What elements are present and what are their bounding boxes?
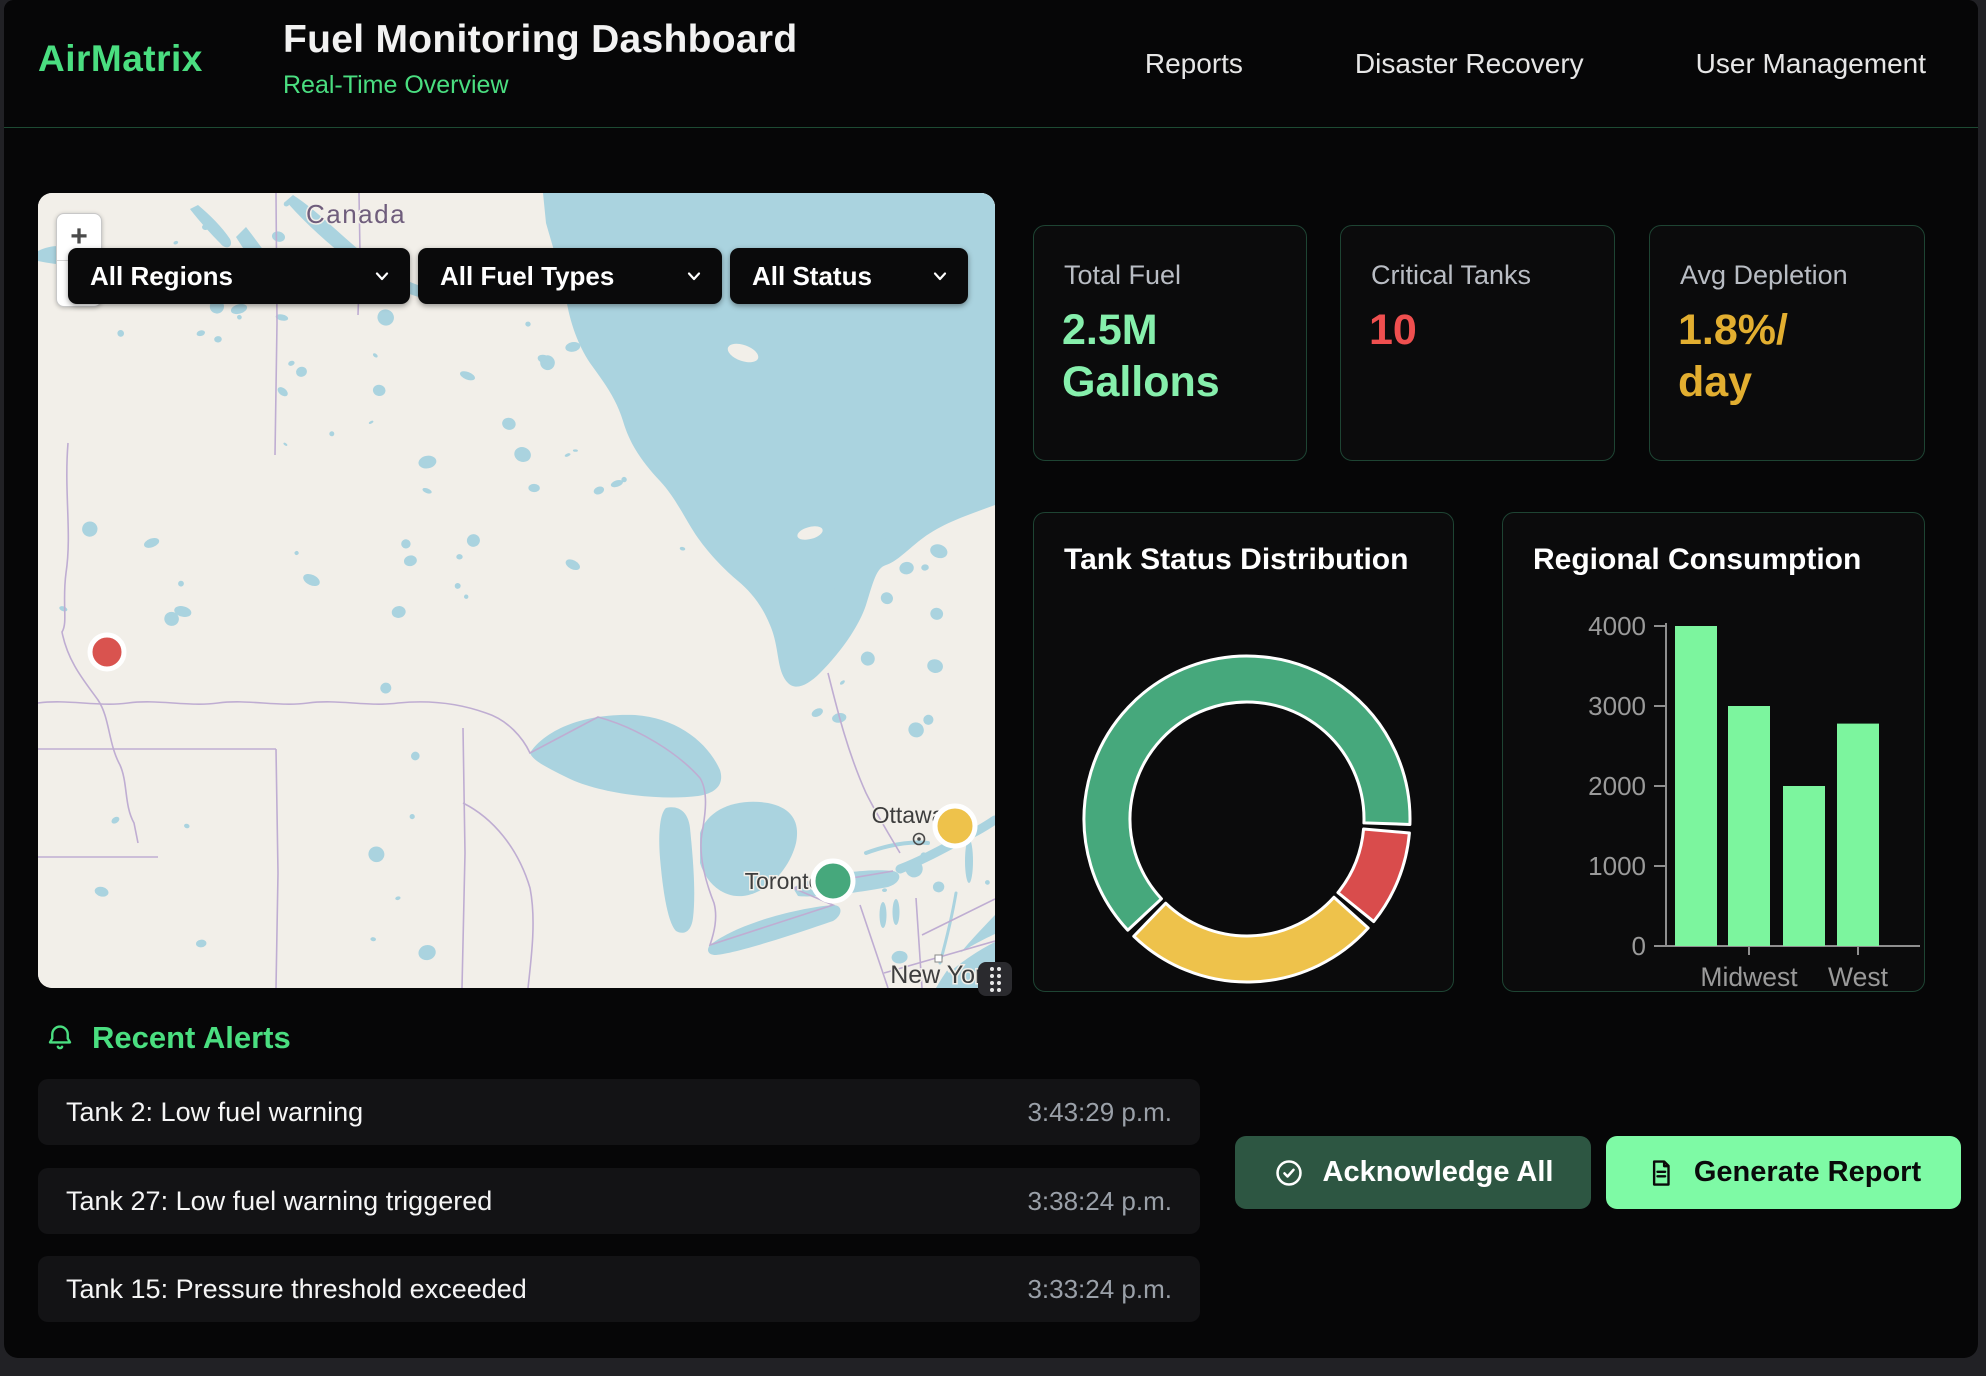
- acknowledge-all-label: Acknowledge All: [1323, 1156, 1554, 1189]
- region-filter-dropdown[interactable]: All Regions: [68, 248, 410, 304]
- region-filter-value: All Regions: [90, 261, 233, 292]
- status-filter-dropdown[interactable]: All Status: [730, 248, 968, 304]
- donut-segment-warning: [1134, 897, 1368, 982]
- country-label: Canada: [306, 199, 406, 229]
- fuel-type-filter-dropdown[interactable]: All Fuel Types: [418, 248, 722, 304]
- stat-label: Avg Depletion: [1680, 260, 1848, 291]
- map-filters: All Regions All Fuel Types All Status: [68, 248, 968, 304]
- chart-title: Tank Status Distribution: [1064, 543, 1408, 577]
- recent-alerts-header: Recent Alerts: [44, 1020, 291, 1056]
- stat-value: 2.5MGallons: [1062, 304, 1220, 409]
- tank-marker-warning[interactable]: [935, 806, 975, 846]
- nav-user-management[interactable]: User Management: [1696, 48, 1926, 80]
- y-tick-label: 4000: [1588, 611, 1646, 641]
- stat-value: 1.8%/day: [1678, 304, 1788, 409]
- map-canvas[interactable]: Canada Ottawa Toronto New York: [38, 193, 995, 988]
- alert-text: Tank 2: Low fuel warning: [66, 1097, 363, 1128]
- bell-icon: [44, 1022, 76, 1054]
- check-circle-icon: [1273, 1157, 1305, 1189]
- tank-status-chart-card: Tank Status Distribution: [1033, 512, 1454, 992]
- regional-consumption-bar-chart: 0 1000 2000 3000 4000 Midwest West: [1503, 513, 1924, 991]
- y-tick-label: 0: [1632, 931, 1646, 961]
- resize-grip-handle[interactable]: [978, 962, 1012, 996]
- alert-time: 3:38:24 p.m.: [1027, 1186, 1172, 1217]
- y-tick-label: 3000: [1588, 691, 1646, 721]
- y-tick-label: 2000: [1588, 771, 1646, 801]
- donut-segment-critical: [1338, 829, 1409, 922]
- alert-time: 3:43:29 p.m.: [1027, 1097, 1172, 1128]
- y-tick-label: 1000: [1588, 851, 1646, 881]
- stat-card-avg-depletion: Avg Depletion 1.8%/day: [1649, 225, 1925, 461]
- nav-disaster-recovery[interactable]: Disaster Recovery: [1355, 48, 1584, 80]
- alert-row[interactable]: Tank 2: Low fuel warning 3:43:29 p.m.: [38, 1079, 1200, 1145]
- generate-report-label: Generate Report: [1694, 1156, 1921, 1189]
- x-tick-label: West: [1828, 962, 1889, 991]
- tank-marker-critical[interactable]: [90, 635, 124, 669]
- generate-report-button[interactable]: Generate Report: [1606, 1136, 1961, 1209]
- recent-alerts-title: Recent Alerts: [92, 1020, 291, 1056]
- fuel-type-filter-value: All Fuel Types: [440, 261, 614, 292]
- bar-northeast: [1675, 626, 1717, 946]
- dashboard-window: AirMatrix Fuel Monitoring Dashboard Real…: [4, 0, 1978, 1358]
- stat-label: Critical Tanks: [1371, 260, 1531, 291]
- stat-card-critical-tanks: Critical Tanks 10: [1340, 225, 1615, 461]
- alert-text: Tank 15: Pressure threshold exceeded: [66, 1274, 527, 1305]
- chevron-down-icon: [684, 266, 704, 286]
- alert-row[interactable]: Tank 27: Low fuel warning triggered 3:38…: [38, 1168, 1200, 1234]
- header: AirMatrix Fuel Monitoring Dashboard Real…: [4, 0, 1978, 128]
- page-title: Fuel Monitoring Dashboard: [283, 18, 797, 62]
- chart-title: Regional Consumption: [1533, 543, 1861, 577]
- status-filter-value: All Status: [752, 261, 872, 292]
- alert-text: Tank 27: Low fuel warning triggered: [66, 1186, 492, 1217]
- page-subtitle: Real-Time Overview: [283, 71, 797, 100]
- city-label-toronto: Toronto: [745, 868, 822, 894]
- title-block: Fuel Monitoring Dashboard Real-Time Over…: [283, 18, 797, 100]
- alert-row[interactable]: Tank 15: Pressure threshold exceeded 3:3…: [38, 1256, 1200, 1322]
- chevron-down-icon: [372, 266, 392, 286]
- x-tick-label: Midwest: [1700, 962, 1798, 991]
- regional-consumption-chart-card: Regional Consumption 0 1000 2000 3000 4000 Mi…: [1502, 512, 1925, 992]
- acknowledge-all-button[interactable]: Acknowledge All: [1235, 1136, 1591, 1209]
- alert-time: 3:33:24 p.m.: [1027, 1274, 1172, 1305]
- tank-status-donut-chart: [1034, 513, 1453, 991]
- chevron-down-icon: [930, 266, 950, 286]
- tank-marker-normal[interactable]: [813, 861, 853, 901]
- stat-label: Total Fuel: [1064, 260, 1181, 291]
- bar-west: [1837, 724, 1879, 946]
- brand-logo: AirMatrix: [38, 38, 203, 80]
- stat-value: 10: [1369, 304, 1417, 356]
- main-nav: Reports Disaster Recovery User Managemen…: [1145, 0, 1926, 127]
- map-panel: Canada Ottawa Toronto New York + − All R…: [38, 193, 995, 988]
- nav-reports[interactable]: Reports: [1145, 48, 1243, 80]
- report-document-icon: [1646, 1158, 1676, 1188]
- stat-card-total-fuel: Total Fuel 2.5MGallons: [1033, 225, 1307, 461]
- bar-south: [1783, 786, 1825, 946]
- bar-midwest: [1728, 706, 1770, 946]
